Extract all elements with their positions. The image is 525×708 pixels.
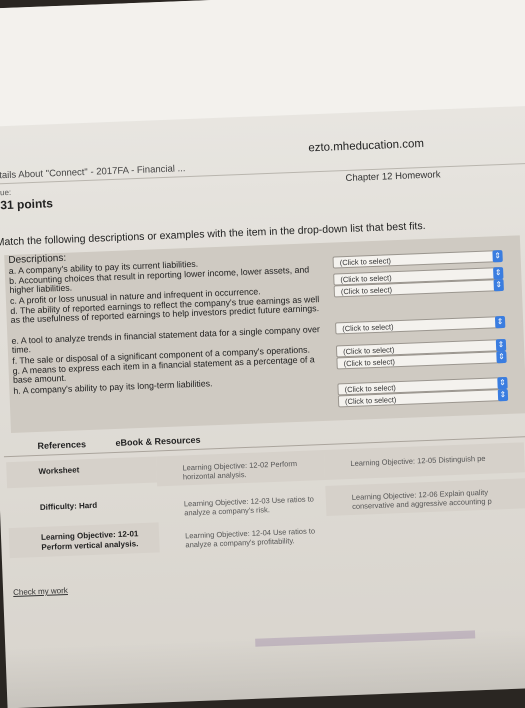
shadow-overlay [5, 626, 525, 708]
url-text: ezto.mheducation.com [308, 137, 425, 155]
cell-bg [6, 456, 158, 489]
worksheet-label: Worksheet [38, 465, 80, 476]
spinner-arrows-icon[interactable]: ⇕ [497, 376, 508, 390]
browser-chrome [0, 0, 525, 127]
lo-12-04: Learning Objective: 12-04 Use ratios to … [184, 526, 316, 550]
check-my-work-link[interactable]: Check my work [13, 586, 68, 597]
spinner-arrows-icon[interactable]: ⇕ [497, 388, 509, 402]
spinner-arrows-icon[interactable]: ⇕ [493, 266, 504, 280]
chapter-title: Chapter 12 Homework [345, 169, 441, 184]
tab-references[interactable]: References [37, 439, 86, 451]
answer-select-a[interactable]: (Click to select) [332, 250, 501, 269]
screen: ezto.mheducation.com Details About "Conn… [0, 0, 525, 708]
value-label: value: [0, 187, 12, 198]
spinner-arrows-icon[interactable]: ⇕ [496, 350, 507, 364]
spinner-arrows-icon[interactable]: ⇕ [494, 315, 506, 329]
answer-select-d[interactable]: (Click to select) [335, 316, 504, 335]
references-grid: Worksheet Difficulty: Hard Learning Obje… [6, 437, 525, 593]
points-value: 1.31 points [0, 196, 54, 213]
lo-12-03: Learning Objective: 12-03 Use ratios to … [183, 494, 315, 518]
lo-12-01: Learning Objective: 12-01 Perform vertic… [40, 529, 139, 552]
descriptions-panel: Descriptions: a. A company's ability to … [4, 235, 525, 434]
spinner-arrows-icon[interactable]: ⇕ [495, 338, 507, 352]
spinner-arrows-icon[interactable]: ⇕ [492, 250, 503, 263]
spinner-arrows-icon[interactable]: ⇕ [493, 278, 504, 292]
tab-ebook-resources[interactable]: eBook & Resources [115, 435, 200, 448]
difficulty-label: Difficulty: Hard [39, 500, 98, 512]
